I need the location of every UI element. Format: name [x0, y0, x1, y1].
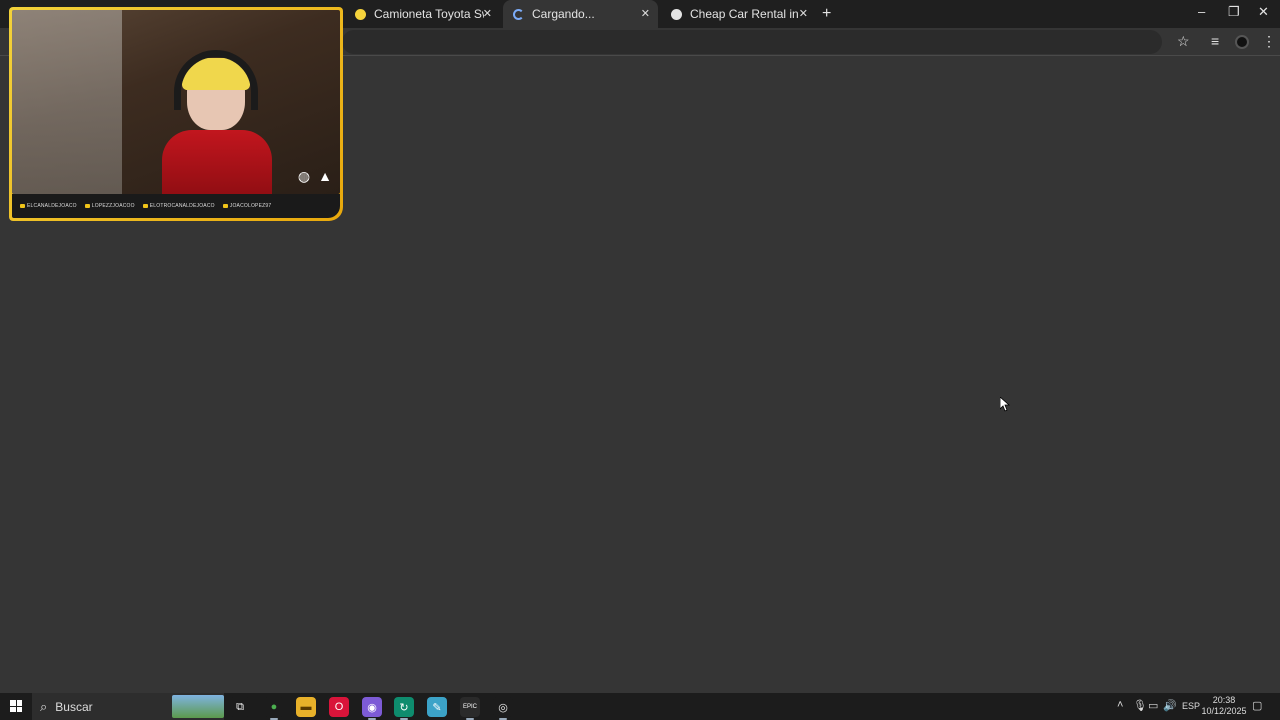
notepad-icon[interactable]: ✎ [427, 697, 447, 717]
close-tab-icon[interactable]: ✕ [483, 7, 492, 20]
sponsor-badges: ◍ ▲ [298, 168, 332, 185]
restore-button[interactable]: ❐ [1228, 4, 1240, 20]
browser-menu-icon[interactable]: ⋮ [1262, 33, 1276, 50]
youtube-icon [20, 203, 25, 208]
social-handle: LOPEZZJOACOO [84, 203, 135, 209]
task-view-icon[interactable]: ⧉ [230, 697, 250, 717]
loading-spinner-icon [513, 8, 524, 20]
profile-avatar[interactable] [1235, 35, 1249, 49]
refresh-app-icon[interactable]: ↻ [394, 697, 414, 720]
microphone-icon[interactable]: 🎙 [1133, 699, 1147, 712]
close-tab-icon[interactable]: ✕ [641, 7, 650, 20]
tab-title: Camioneta Toyota Sw4 | Merca [374, 7, 484, 21]
volume-icon[interactable]: 🔊 [1163, 699, 1177, 712]
webcam-video-feed: ◍ ▲ [12, 10, 340, 194]
epic-games-icon[interactable]: EPIC [460, 697, 480, 720]
tab-camioneta-toyota[interactable]: Camioneta Toyota Sw4 | Merca ✕ [345, 0, 500, 28]
notifications-icon[interactable]: ▢ [1252, 699, 1262, 712]
obs-icon[interactable]: ◎ [493, 697, 513, 720]
media-controls-icon[interactable]: ≡ [1211, 33, 1219, 49]
clock-time: 20:38 [1212, 695, 1236, 705]
system-clock[interactable]: 20:38 10/12/2025 [1196, 695, 1252, 717]
chrome-icon[interactable]: ● [264, 697, 284, 720]
windows-taskbar: ⌕ Buscar ⧉ ● ▬ O ◉ ↻ ✎ EPIC ◎ ˄ 🎙 ▭ 🔊 ES… [0, 693, 1280, 720]
youtube-icon [142, 203, 148, 208]
minimize-button[interactable]: – [1198, 4, 1205, 19]
tab-cheap-car-rental[interactable]: Cheap Car Rental in Belize City ✕ [661, 0, 816, 28]
social-handle: ELOTROCANALDEJOACO [142, 203, 215, 209]
tab-title: Cargando... [532, 7, 595, 21]
globe-favicon-icon [671, 8, 682, 20]
instagram-icon [84, 203, 90, 208]
file-explorer-icon[interactable]: ▬ [296, 697, 316, 717]
social-handle: JOACOLOPEZ97 [222, 203, 272, 209]
webcam-overlay: ◍ ▲ ELCANALDEJOACO LOPEZZJOACOO ELOTROCA… [9, 7, 343, 221]
tiktok-icon [222, 203, 228, 208]
streamer-figure [162, 50, 272, 194]
close-window-button[interactable]: ✕ [1258, 4, 1269, 20]
new-tab-button[interactable]: + [822, 5, 831, 23]
bookmark-star-icon[interactable]: ☆ [1177, 33, 1190, 50]
search-highlight-image [172, 695, 224, 718]
crest-icon: ◍ [297, 168, 311, 184]
clock-date: 10/12/2025 [1201, 706, 1247, 716]
tab-cargando[interactable]: Cargando... ✕ [503, 0, 658, 28]
address-bar[interactable] [342, 30, 1162, 54]
taskbar-search-box[interactable]: ⌕ Buscar [32, 693, 224, 720]
network-icon[interactable]: ▭ [1148, 699, 1158, 712]
opera-icon[interactable]: O [329, 697, 349, 717]
headset-icon [174, 50, 258, 110]
mouse-cursor-icon [999, 396, 1011, 417]
social-handles-bar: ELCANALDEJOACO LOPEZZJOACOO ELOTROCANALD… [12, 194, 340, 218]
close-tab-icon[interactable]: ✕ [799, 7, 808, 20]
windows-start-icon[interactable] [10, 700, 22, 712]
search-icon: ⌕ [40, 698, 48, 714]
room-background [12, 10, 122, 194]
mercadolibre-favicon-icon [355, 8, 366, 20]
search-placeholder: Buscar [55, 699, 93, 714]
show-hidden-icons-chevron-icon[interactable]: ˄ [1117, 699, 1123, 711]
tab-title: Cheap Car Rental in Belize City [690, 7, 800, 21]
adidas-logo-icon: ▲ [318, 168, 332, 184]
discord-icon[interactable]: ◉ [362, 697, 382, 720]
social-handle: ELCANALDEJOACO [20, 203, 77, 209]
red-jersey [162, 130, 272, 194]
